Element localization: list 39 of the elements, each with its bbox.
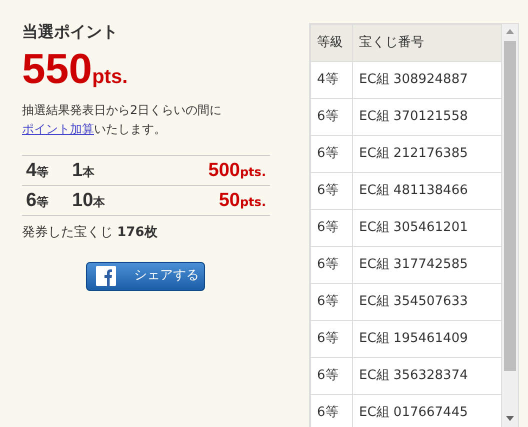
table-cell: 6等 <box>310 98 352 136</box>
table-cell: 6等 <box>310 320 352 358</box>
scroll-down-icon[interactable] <box>506 416 514 421</box>
table-cell: 6等 <box>310 284 352 320</box>
note-text: 抽選結果発表日から2日くらいの間に ポイント加算いたします。 <box>22 102 223 138</box>
column-header: 等級 <box>310 24 352 62</box>
prize-count: 10本 <box>72 189 106 213</box>
section-title: 当選ポイント <box>22 22 118 42</box>
facebook-icon <box>96 266 116 286</box>
prize-grade: 4等 <box>26 159 50 183</box>
prize-count: 1本 <box>72 159 96 183</box>
table-cell: 6等 <box>310 358 352 394</box>
table-cell: EC組 308924887 <box>352 62 502 98</box>
table-cell: EC組 354507633 <box>352 284 502 320</box>
points-total: 550pts. <box>22 46 128 94</box>
table-cell: EC組 195461409 <box>352 320 502 358</box>
prize-grade: 6等 <box>26 189 50 213</box>
table-cell: EC組 317742585 <box>352 246 502 284</box>
scrollbar-thumb[interactable] <box>504 41 516 371</box>
share-button[interactable]: シェアする <box>86 262 205 290</box>
table-cell: EC組 370121558 <box>352 98 502 136</box>
issued-count: 176枚 <box>117 225 158 240</box>
table-cell: 6等 <box>310 210 352 246</box>
issued-label: 発券した宝くじ <box>22 225 113 240</box>
scroll-up-icon[interactable] <box>506 29 514 34</box>
points-link[interactable]: ポイント加算 <box>22 122 94 136</box>
table-cell: 6等 <box>310 394 352 427</box>
table-cell: EC組 356328374 <box>352 358 502 394</box>
scrollbar[interactable] <box>502 24 518 427</box>
prize-points: 50pts. <box>218 189 266 213</box>
table-cell: EC組 305461201 <box>352 210 502 246</box>
column-header: 宝くじ番号 <box>352 24 502 62</box>
table-cell: 6等 <box>310 136 352 172</box>
table-cell: 6等 <box>310 172 352 210</box>
table-cell: 6等 <box>310 246 352 284</box>
table-cell: EC組 212176385 <box>352 136 502 172</box>
table-cell: EC組 481138466 <box>352 172 502 210</box>
prize-points: 500pts. <box>208 159 266 183</box>
table-cell: 4等 <box>310 62 352 98</box>
